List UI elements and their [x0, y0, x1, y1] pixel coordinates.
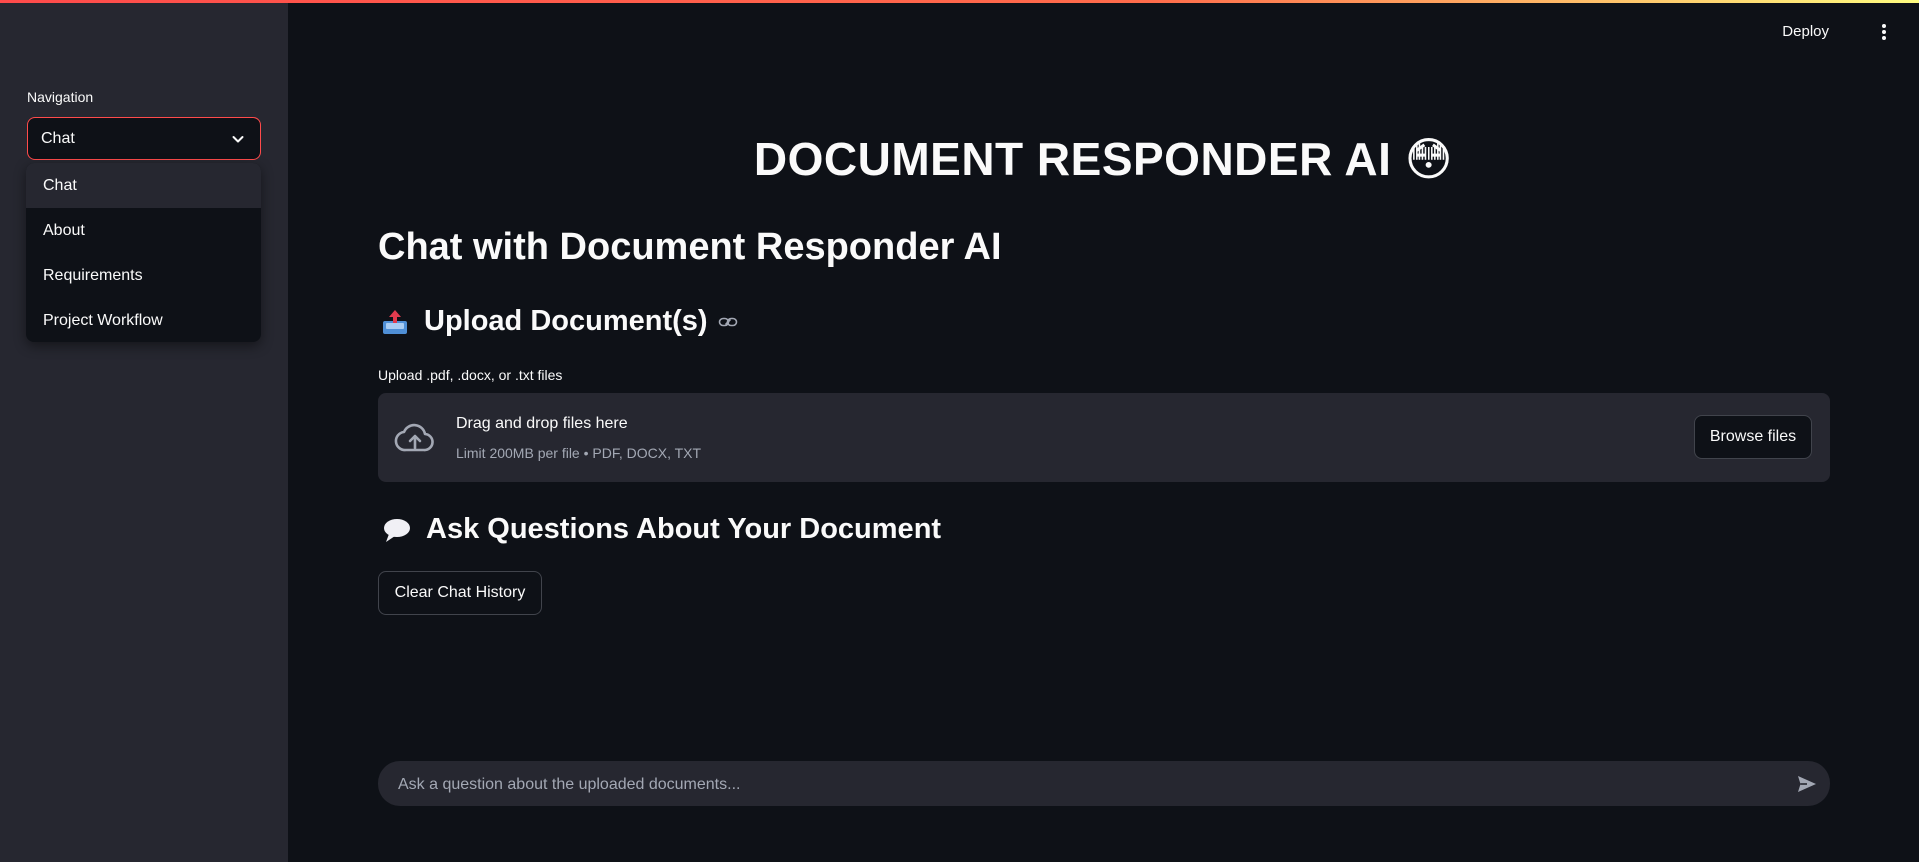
kebab-icon[interactable] [1880, 24, 1888, 42]
navigation-select-value: Chat [41, 129, 75, 147]
nav-option-requirements[interactable]: Requirements [26, 253, 261, 298]
upload-heading-text: Upload Document(s) [424, 305, 708, 337]
sidebar: Navigation Chat Chat About Requirements … [0, 0, 288, 862]
dropzone-instructions: Drag and drop files here [456, 415, 628, 432]
chat-input-container [378, 761, 1830, 808]
chat-input[interactable] [396, 761, 1760, 808]
browse-files-button[interactable]: Browse files [1694, 415, 1812, 459]
link-icon[interactable] [718, 312, 738, 332]
send-icon[interactable] [1796, 773, 1818, 795]
navigation-select[interactable]: Chat [27, 117, 261, 160]
chevron-down-icon [232, 136, 244, 143]
clear-chat-history-button[interactable]: Clear Chat History [378, 571, 542, 615]
app-title: DOCUMENT RESPONDER AI 😳 [753, 133, 1454, 185]
ask-heading-text: Ask Questions About Your Document [426, 513, 942, 545]
top-gradient-bar [0, 0, 1919, 3]
dropzone-limits: Limit 200MB per file • PDF, DOCX, TXT [456, 445, 702, 461]
upload-label: Upload .pdf, .docx, or .txt files [378, 367, 563, 383]
navigation-label: Navigation [27, 89, 94, 105]
nav-option-about[interactable]: About [26, 208, 261, 253]
speech-balloon-icon [384, 518, 410, 542]
page-title: Chat with Document Responder AI [378, 226, 1002, 268]
nav-option-chat[interactable]: Chat [26, 163, 261, 208]
navigation-dropdown-menu: Chat About Requirements Project Workflow [26, 163, 261, 342]
inbox-tray-icon [383, 309, 407, 334]
upload-section-heading: Upload Document(s) [380, 305, 738, 338]
deploy-button[interactable]: Deploy [1782, 23, 1829, 40]
cloud-upload-icon [394, 423, 434, 452]
ask-section-heading: Ask Questions About Your Document [382, 513, 941, 546]
file-dropzone[interactable]: Drag and drop files here Limit 200MB per… [378, 393, 1830, 482]
nav-option-project-workflow[interactable]: Project Workflow [26, 298, 261, 342]
